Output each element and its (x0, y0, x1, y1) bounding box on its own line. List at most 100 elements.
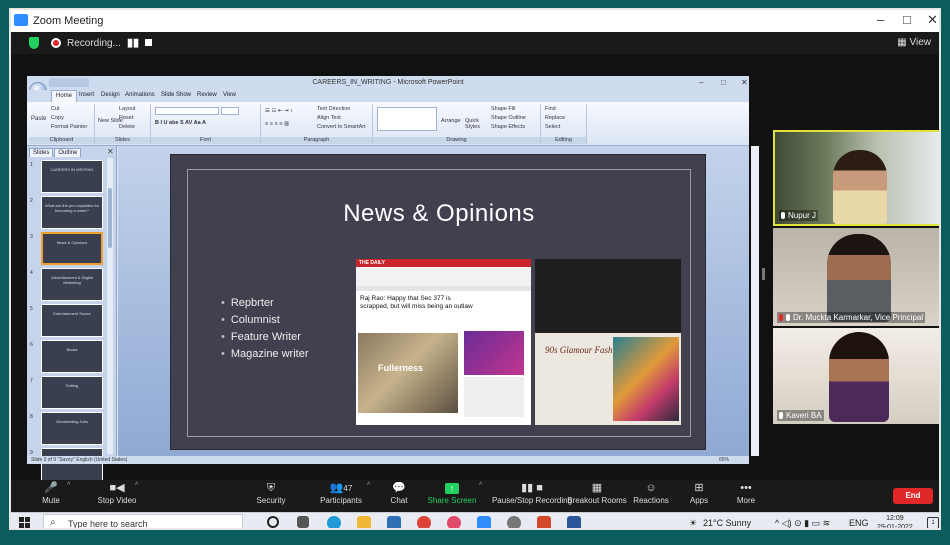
paste-button[interactable]: Paste (31, 116, 46, 122)
mail-icon[interactable] (387, 516, 401, 528)
find-button[interactable]: Find (545, 106, 556, 112)
arrange-button[interactable]: Arrange (441, 118, 461, 124)
status-zoom[interactable]: 65% (719, 456, 729, 464)
word-app-icon[interactable] (567, 516, 581, 528)
slide-thumbnail[interactable]: Ghostwriting Jobs (41, 412, 103, 445)
chat-button[interactable]: 💬 Chat (385, 480, 413, 512)
slide-thumbnail[interactable]: Writing Tips (41, 448, 103, 481)
chevron-up-icon[interactable]: ^ (367, 482, 370, 489)
shape-effects-button[interactable]: Shape Effects (491, 124, 525, 130)
edit-area-scrollbar[interactable] (751, 146, 759, 456)
pane-scrollbar[interactable] (107, 158, 113, 454)
taskbar-search-box[interactable]: ⌕ Type here to search (43, 514, 243, 528)
list-buttons[interactable]: ☰ ☷ ⇤ ⇥ ↕ (265, 108, 293, 114)
mute-button[interactable]: 🎤 Mute ^ (29, 480, 73, 512)
security-button[interactable]: ⛨ Security (251, 480, 291, 512)
stop-recording-button[interactable] (145, 39, 152, 46)
slide-thumbnail[interactable]: Advertisement & Digital Marketing (41, 268, 103, 301)
slide-thumbnail[interactable]: News & Opinions (41, 232, 103, 265)
slide-thumbnail[interactable]: CAREERS IN WRITING (41, 160, 103, 193)
pause-stop-recording-button[interactable]: ▮▮ ■ Pause/Stop Recording (485, 480, 579, 512)
edge-browser-icon[interactable] (327, 516, 341, 528)
language-indicator[interactable]: ENG (849, 518, 869, 528)
powerpoint-app-icon[interactable] (537, 516, 551, 528)
taskbar-clock[interactable]: 12:09 29-01-2022 (877, 514, 913, 528)
windows-start-icon[interactable] (19, 517, 31, 528)
replace-button[interactable]: Replace (545, 115, 565, 121)
align-buttons[interactable]: ≡ ≡ ≡ ≡ ▥ (265, 121, 289, 127)
view-button[interactable]: ▦ View (897, 37, 931, 48)
browser-app-icon[interactable] (447, 516, 461, 528)
chrome-icon[interactable] (417, 516, 431, 528)
bullet-item: Feature Writer (221, 329, 309, 346)
font-size-select[interactable] (221, 107, 239, 115)
participants-button[interactable]: 👥47 Participants ^ (311, 480, 371, 512)
convert-smartart-button[interactable]: Convert to SmartArt (317, 124, 366, 130)
tab-animations[interactable]: Animations (125, 92, 155, 98)
format-painter-button[interactable]: Format Painter (51, 124, 87, 130)
font-name-select[interactable] (155, 107, 219, 115)
quick-access-toolbar[interactable] (49, 78, 89, 87)
gallery-resize-handle[interactable] (762, 268, 765, 280)
slide-thumbnail[interactable]: Entertainment Sector (41, 304, 103, 337)
delete-button[interactable]: Delete (119, 124, 135, 130)
tray-icons[interactable]: ^ ◁) ⊙ ▮ ▭ ≋ (775, 518, 830, 528)
tab-view[interactable]: View (223, 92, 236, 98)
participant-video-tile[interactable]: Nupur J (773, 130, 939, 226)
security-shield-icon[interactable] (29, 37, 39, 49)
ppt-minimize-button[interactable]: – (699, 76, 703, 90)
task-view-icon[interactable] (297, 516, 309, 528)
minimize-button[interactable]: – (877, 12, 884, 27)
chevron-up-icon[interactable]: ^ (479, 482, 482, 489)
close-pane-icon[interactable]: ✕ (107, 147, 114, 156)
maximize-button[interactable]: □ (903, 12, 911, 27)
chevron-up-icon[interactable]: ^ (67, 482, 70, 489)
tab-design[interactable]: Design (101, 92, 120, 98)
shape-fill-button[interactable]: Shape Fill (491, 106, 515, 112)
participant-video-tile[interactable]: Dr. Muckta Karmarkar, Vice Principal (773, 228, 939, 326)
stop-video-button[interactable]: ■◀ Stop Video ^ (83, 480, 151, 512)
file-explorer-icon[interactable] (357, 516, 371, 528)
apps-button[interactable]: ⊞ Apps (687, 480, 711, 512)
more-button[interactable]: ••• More (733, 480, 759, 512)
weather-icon[interactable]: ☀ (689, 518, 697, 528)
current-slide[interactable]: News & Opinions Repbrter Columnist Featu… (170, 154, 706, 450)
shapes-gallery[interactable] (377, 107, 437, 131)
notifications-icon[interactable]: 1 (927, 517, 939, 528)
close-button[interactable]: ✕ (927, 12, 938, 28)
slide-thumbnail[interactable]: What are the pre-requisites for becoming… (41, 196, 103, 229)
reactions-button[interactable]: ☺ Reactions (631, 480, 671, 512)
select-button[interactable]: Select (545, 124, 560, 130)
slide-thumbnail[interactable]: Editing (41, 376, 103, 409)
slide-thumbnail[interactable]: Books (41, 340, 103, 373)
participant-video-tile[interactable]: Kaveri BA (773, 328, 939, 424)
weather-text[interactable]: 21°C Sunny (703, 518, 751, 528)
tab-review[interactable]: Review (197, 92, 217, 98)
tab-home[interactable]: Home (51, 90, 78, 102)
font-format-buttons[interactable]: B I U abe S AV Aa A (155, 120, 206, 126)
cut-button[interactable]: Cut (51, 106, 60, 112)
zoom-app-icon[interactable] (477, 516, 491, 528)
shape-outline-button[interactable]: Shape Outline (491, 115, 526, 121)
tab-slides[interactable]: Slides (29, 148, 54, 157)
share-screen-button[interactable]: ↑ Share Screen ^ (427, 480, 483, 512)
magazine-spread: 90s Glamour Fashion On The Rise (535, 333, 681, 425)
pause-recording-button[interactable]: ▮▮ (127, 36, 139, 49)
layout-button[interactable]: Layout (119, 106, 136, 112)
end-meeting-button[interactable]: End (893, 488, 933, 504)
quick-styles-button[interactable]: Quick Styles (465, 118, 485, 130)
tab-outline[interactable]: Outline (54, 148, 82, 157)
reset-button[interactable]: Reset (119, 115, 133, 121)
copy-button[interactable]: Copy (51, 115, 64, 121)
breakout-rooms-button[interactable]: ▦ Breakout Rooms (567, 480, 627, 512)
settings-gear-icon[interactable] (507, 516, 521, 528)
tab-insert[interactable]: Insert (79, 92, 94, 98)
ppt-maximize-button[interactable]: □ (721, 76, 726, 90)
chevron-up-icon[interactable]: ^ (135, 482, 138, 489)
align-text-button[interactable]: Align Text (317, 115, 341, 121)
tab-slide-show[interactable]: Slide Show (161, 92, 191, 98)
text-direction-button[interactable]: Text Direction (317, 106, 350, 112)
cortana-icon[interactable] (267, 516, 279, 528)
ppt-close-button[interactable]: ✕ (741, 76, 748, 90)
pane-scroll-thumb[interactable] (108, 188, 112, 248)
